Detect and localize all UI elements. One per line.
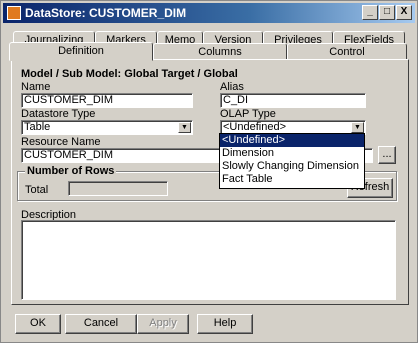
datastore-type-select[interactable]: Table ▼ [21, 120, 193, 135]
description-textarea[interactable] [21, 220, 396, 300]
maximize-button[interactable]: □ [379, 5, 395, 20]
dropdown-option[interactable]: Fact Table [220, 173, 364, 186]
dropdown-option[interactable]: <Undefined> [220, 134, 364, 147]
minimize-button[interactable]: _ [362, 5, 378, 20]
ok-label: OK [30, 317, 46, 329]
chevron-down-icon[interactable]: ▼ [178, 122, 191, 133]
olap-type-label: OLAP Type [220, 108, 276, 120]
alias-label: Alias [220, 81, 244, 93]
cancel-label: Cancel [83, 317, 119, 329]
tab-definition[interactable]: Definition [9, 42, 153, 61]
close-button[interactable]: X [396, 5, 412, 20]
datastore-dialog: DataStore: CUSTOMER_DIM _ □ X Journalizi… [0, 0, 418, 343]
dropdown-option[interactable]: Slowly Changing Dimension [220, 160, 364, 173]
browse-button[interactable]: ... [378, 146, 396, 164]
alias-field[interactable]: C_DI [220, 93, 366, 108]
help-label: Help [213, 317, 237, 329]
apply-button[interactable]: Apply [137, 314, 189, 334]
window-controls: _ □ X [361, 5, 412, 20]
datastore-type-label: Datastore Type [21, 108, 96, 120]
cancel-button[interactable]: Cancel [65, 314, 137, 334]
resource-name-label: Resource Name [21, 136, 101, 148]
total-label: Total [25, 184, 49, 196]
ok-button[interactable]: OK [15, 314, 61, 334]
apply-label: Apply [149, 317, 177, 329]
rows-group-label: Number of Rows [25, 165, 117, 177]
olap-type-dropdown: <Undefined> Dimension Slowly Changing Di… [219, 133, 365, 189]
title-bar[interactable]: DataStore: CUSTOMER_DIM _ □ X [3, 3, 415, 23]
model-heading: Model / Sub Model: Global Target / Globa… [21, 68, 238, 80]
name-label: Name [21, 81, 51, 93]
datastore-type-value: Table [24, 121, 51, 133]
name-field[interactable]: CUSTOMER_DIM [21, 93, 193, 108]
dropdown-option[interactable]: Dimension [220, 147, 364, 160]
help-button[interactable]: Help [197, 314, 253, 334]
olap-type-value: <Undefined> [223, 121, 286, 133]
browse-label: ... [382, 148, 392, 160]
total-field [68, 181, 168, 196]
chevron-down-icon[interactable]: ▼ [351, 122, 364, 133]
app-icon [7, 6, 21, 20]
window-title: DataStore: CUSTOMER_DIM [25, 6, 187, 20]
